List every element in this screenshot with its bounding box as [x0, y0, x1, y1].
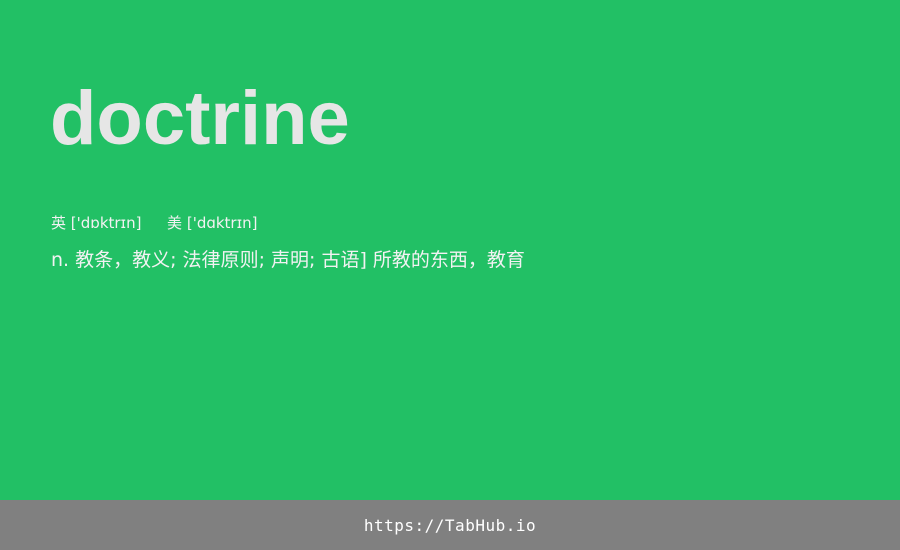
footer-link[interactable]: https://TabHub.io	[364, 516, 536, 535]
us-phonetic-label: 美	[167, 214, 183, 232]
us-phonetic: ['dɑktrɪn]	[186, 214, 258, 232]
uk-phonetic-label: 英	[51, 214, 67, 232]
footer-bar: https://TabHub.io	[0, 500, 900, 550]
word-title: doctrine	[50, 76, 350, 161]
word-card: doctrine 英 ['dɒktrɪn] 美 ['dɑktrɪn] n. 教条…	[0, 0, 900, 500]
definition-text: n. 教条，教义; 法律原则; 声明; 古语] 所教的东西，教育	[51, 249, 525, 271]
phonetics-row: 英 ['dɒktrɪn] 美 ['dɑktrɪn]	[51, 212, 258, 234]
uk-phonetic: ['dɒktrɪn]	[70, 214, 142, 232]
